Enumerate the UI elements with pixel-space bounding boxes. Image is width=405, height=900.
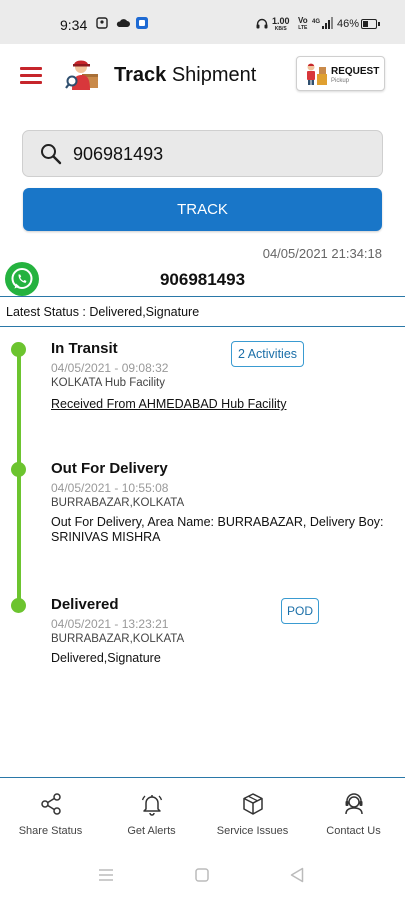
- notification-icon: [96, 17, 108, 29]
- back-nav-icon[interactable]: [290, 867, 304, 883]
- cloud-icon: [116, 19, 130, 27]
- timeline-line: [17, 350, 21, 606]
- activities-button[interactable]: 2 Activities: [231, 341, 304, 367]
- pickup-icon: [307, 63, 327, 85]
- headset-icon: [256, 18, 268, 29]
- event-description: Out For Delivery, Area Name: BURRABAZAR,…: [51, 515, 384, 544]
- search-box[interactable]: [22, 130, 383, 177]
- awb-number: 906981493: [159, 270, 246, 289]
- event-location: BURRABAZAR,KOLKATA: [51, 633, 185, 645]
- event-location: BURRABAZAR,KOLKATA: [51, 497, 185, 509]
- package-icon: [242, 793, 263, 815]
- request-pickup-button[interactable]: REQUEST Pickup: [296, 56, 385, 91]
- battery-icon: [361, 19, 380, 29]
- volte-indicator: Vo LTE: [298, 16, 308, 32]
- search-input[interactable]: [73, 142, 363, 166]
- nav-label: Service Issues: [216, 825, 289, 837]
- app-header: Track Shipment REQUEST Pickup: [0, 44, 405, 110]
- event-datetime: 04/05/2021 - 09:08:32: [51, 361, 169, 375]
- nav-label: Share Status: [18, 825, 83, 837]
- request-title: REQUEST: [331, 66, 380, 77]
- battery-percent: 46%: [337, 18, 360, 30]
- bottom-divider: [0, 777, 405, 778]
- divider: [0, 296, 405, 297]
- event-title: Out For Delivery: [51, 460, 168, 477]
- event-datetime: 04/05/2021 - 10:55:08: [51, 481, 169, 495]
- nav-label: Get Alerts: [127, 825, 176, 837]
- timeline-dot: [11, 462, 26, 477]
- latest-status-label: Latest Status :: [6, 305, 90, 319]
- divider: [0, 326, 405, 327]
- share-icon: [40, 793, 61, 815]
- event-description-link[interactable]: Received From AHMEDABAD Hub Facility: [51, 397, 286, 411]
- whatsapp-icon: [11, 268, 33, 289]
- result-timestamp: 04/05/2021 21:34:18: [262, 246, 382, 261]
- event-description: Received From AHMEDABAD Hub Facility: [51, 397, 396, 412]
- nav-contact-us[interactable]: Contact Us: [303, 790, 404, 842]
- nav-label: Contact Us: [326, 825, 381, 837]
- delivery-man-logo-icon: [65, 60, 98, 90]
- app-icon: [136, 17, 148, 29]
- signal-label: 4G: [312, 19, 320, 25]
- event-title: In Transit: [51, 340, 118, 357]
- timeline-dot: [11, 342, 26, 357]
- page-title: Track Shipment: [114, 64, 257, 86]
- event-title: Delivered: [51, 596, 119, 613]
- system-navigation-bar: [0, 858, 405, 894]
- menu-button[interactable]: [20, 67, 42, 85]
- nav-service-issues[interactable]: Service Issues: [202, 790, 303, 842]
- nav-share-status[interactable]: Share Status: [0, 790, 101, 842]
- network-speed: 1.00 KB/S: [272, 16, 290, 33]
- search-icon: [41, 144, 62, 165]
- latest-status-value: Delivered,Signature: [89, 305, 200, 319]
- signal-icon: 4G: [312, 17, 333, 29]
- timeline-dot: [11, 598, 26, 613]
- latest-status: Latest Status : Delivered,Signature: [6, 305, 199, 319]
- bell-icon: [141, 795, 162, 816]
- nav-get-alerts[interactable]: Get Alerts: [101, 790, 202, 842]
- event-location: KOLKATA Hub Facility: [51, 377, 165, 389]
- home-nav-icon[interactable]: [195, 868, 209, 882]
- event-description: Delivered,Signature: [51, 651, 161, 665]
- track-button[interactable]: TRACK: [23, 188, 382, 231]
- support-agent-icon: [344, 793, 363, 815]
- whatsapp-button[interactable]: [5, 262, 39, 296]
- menu-nav-icon[interactable]: [98, 868, 114, 882]
- status-time: 9:34: [60, 17, 88, 33]
- pod-button[interactable]: POD: [281, 598, 319, 624]
- event-datetime: 04/05/2021 - 13:23:21: [51, 617, 169, 631]
- status-bar: 9:34 1.00 KB/S Vo LTE 4G 46%: [0, 0, 405, 44]
- request-subtitle: Pickup: [331, 78, 350, 84]
